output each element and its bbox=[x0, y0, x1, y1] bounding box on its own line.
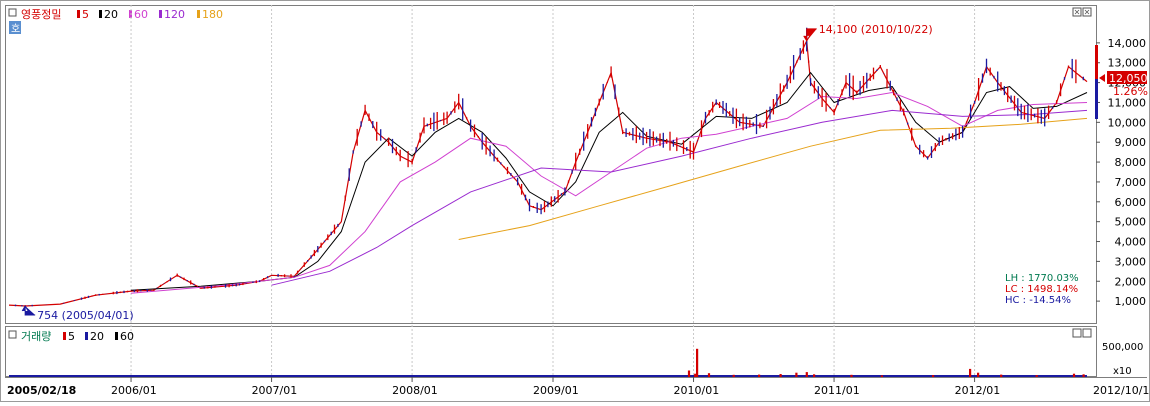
y-tick-label: 2,000 bbox=[1115, 275, 1147, 288]
y-tick-label: 14,000 bbox=[1108, 37, 1147, 50]
series-line-120 bbox=[271, 109, 1088, 286]
volume-bar bbox=[732, 374, 735, 377]
change-percent: 1.26% bbox=[1113, 85, 1148, 98]
x-tick-label: 2007/01 bbox=[252, 384, 298, 397]
price-range-down-bar bbox=[1095, 79, 1098, 119]
volume-legend-swatch bbox=[63, 332, 66, 340]
y-tick-label: 8,000 bbox=[1115, 156, 1147, 169]
legend-swatch bbox=[99, 10, 102, 18]
y-tick-label: 11,000 bbox=[1108, 96, 1147, 109]
volume-maximize-icon[interactable] bbox=[1072, 328, 1082, 338]
volume-bar bbox=[1082, 374, 1085, 377]
toggle-label: 호 bbox=[11, 23, 20, 35]
volume-legend-swatch bbox=[115, 332, 118, 340]
volume-bar bbox=[969, 368, 972, 377]
stat-lc: LC : 1498.14% bbox=[1005, 284, 1078, 295]
x-tick-label: 2012/01 bbox=[955, 384, 1001, 397]
volume-bar bbox=[932, 375, 935, 377]
grid bbox=[130, 5, 976, 377]
stat-hc: HC : -14.54% bbox=[1005, 295, 1071, 306]
legend-label: 5 bbox=[82, 8, 89, 21]
y-tick-label: 5,000 bbox=[1115, 216, 1147, 229]
low-annotation-text: 754 (2005/04/01) bbox=[37, 309, 133, 322]
price-panel-frame bbox=[5, 5, 1097, 324]
x-tick-label: 2011/01 bbox=[814, 384, 860, 397]
volume-bar bbox=[758, 374, 761, 377]
low-arrow-icon bbox=[21, 305, 36, 316]
legend-swatch bbox=[197, 10, 200, 18]
x-tick-label: 2010/01 bbox=[674, 384, 720, 397]
current-price-pointer-icon bbox=[1099, 74, 1105, 82]
volume-legend-swatch bbox=[85, 332, 88, 340]
legend-label: 180 bbox=[202, 8, 223, 21]
current-price: 12,050 bbox=[1109, 72, 1148, 85]
x-tick-label: 2009/01 bbox=[533, 384, 579, 397]
volume-legend-label: 5 bbox=[68, 330, 75, 343]
high-arrow-icon bbox=[803, 28, 817, 42]
x-tick-label: 2008/01 bbox=[392, 384, 438, 397]
volume-bar bbox=[813, 374, 816, 377]
volume-bar bbox=[977, 372, 980, 377]
volume-close-icon[interactable] bbox=[1082, 328, 1092, 338]
panel-menu-icon[interactable] bbox=[8, 8, 17, 17]
legend-label: 60 bbox=[134, 8, 148, 21]
y-tick-label: 1,000 bbox=[1115, 295, 1147, 308]
y-tick-label: 7,000 bbox=[1115, 176, 1147, 189]
x-axis-ticks: 2006/01 2007/01 2008/01 2009/01 2010/01 2011/… bbox=[111, 377, 1000, 397]
chart-canvas: 영풍정밀 5 20 60 120 180 호 1,000 2,000 3,000 4,000 5… bbox=[5, 5, 1150, 397]
volume-legend-label: 60 bbox=[120, 330, 134, 343]
candle-layer bbox=[11, 27, 1084, 307]
y-tick-label: 3,000 bbox=[1115, 255, 1147, 268]
volume-bar bbox=[687, 370, 691, 377]
stat-lh: LH : 1770.03% bbox=[1005, 273, 1079, 284]
series-line-60 bbox=[130, 91, 1088, 294]
high-annotation: 14,100 (2010/10/22) bbox=[803, 23, 933, 42]
volume-ma-legend: 5 20 60 bbox=[63, 330, 134, 343]
volume-title: 거래량 bbox=[21, 330, 51, 343]
volume-bar bbox=[694, 373, 697, 377]
ma-legend: 5 20 60 120 180 bbox=[77, 8, 223, 21]
price-range-up-bar bbox=[1095, 45, 1098, 79]
series-layer bbox=[8, 38, 1088, 307]
y-tick-label: 4,000 bbox=[1115, 236, 1147, 249]
x-end-label: 2012/10/19 bbox=[1093, 384, 1150, 397]
legend-label: 120 bbox=[164, 8, 185, 21]
legend-swatch bbox=[77, 10, 80, 18]
series-line-20 bbox=[130, 71, 1088, 291]
volume-menu-icon[interactable] bbox=[8, 330, 17, 339]
legend-swatch bbox=[129, 10, 132, 18]
y-tick-label: 9,000 bbox=[1115, 136, 1147, 149]
stock-chart: 영풍정밀 5 20 60 120 180 호 1,000 2,000 3,000 4,000 5… bbox=[0, 0, 1150, 402]
legend-swatch bbox=[159, 10, 162, 18]
series-line-5 bbox=[8, 38, 1088, 307]
volume-bar bbox=[850, 374, 853, 377]
legend-label: 20 bbox=[104, 8, 118, 21]
volume-bar bbox=[1000, 374, 1003, 377]
volume-multiplier: x10 bbox=[1113, 366, 1132, 377]
volume-bar bbox=[805, 372, 808, 377]
x-start-label: 2005/02/18 bbox=[7, 384, 76, 397]
y-tick-label: 13,000 bbox=[1108, 57, 1147, 70]
volume-bar bbox=[795, 372, 798, 377]
high-annotation-text: 14,100 (2010/10/22) bbox=[819, 23, 933, 36]
volume-y-tick: 500,000 bbox=[1102, 342, 1143, 353]
volume-bar bbox=[707, 373, 711, 377]
y-tick-label: 6,000 bbox=[1115, 196, 1147, 209]
volume-bar bbox=[696, 348, 699, 377]
volume-bar bbox=[880, 375, 883, 377]
stats-box: LH : 1770.03%LC : 1498.14%HC : -14.54% bbox=[1005, 273, 1079, 306]
volume-bar bbox=[779, 374, 782, 377]
y-tick-label: 10,000 bbox=[1108, 116, 1147, 129]
volume-bar bbox=[1035, 375, 1038, 377]
volume-panel-frame bbox=[5, 326, 1097, 377]
low-annotation: 754 (2005/04/01) bbox=[21, 305, 134, 322]
volume-bar bbox=[1072, 373, 1076, 377]
x-tick-label: 2006/01 bbox=[111, 384, 157, 397]
volume-legend-label: 20 bbox=[90, 330, 104, 343]
volume-bars bbox=[9, 348, 1087, 377]
stock-name: 영풍정밀 bbox=[21, 8, 61, 21]
